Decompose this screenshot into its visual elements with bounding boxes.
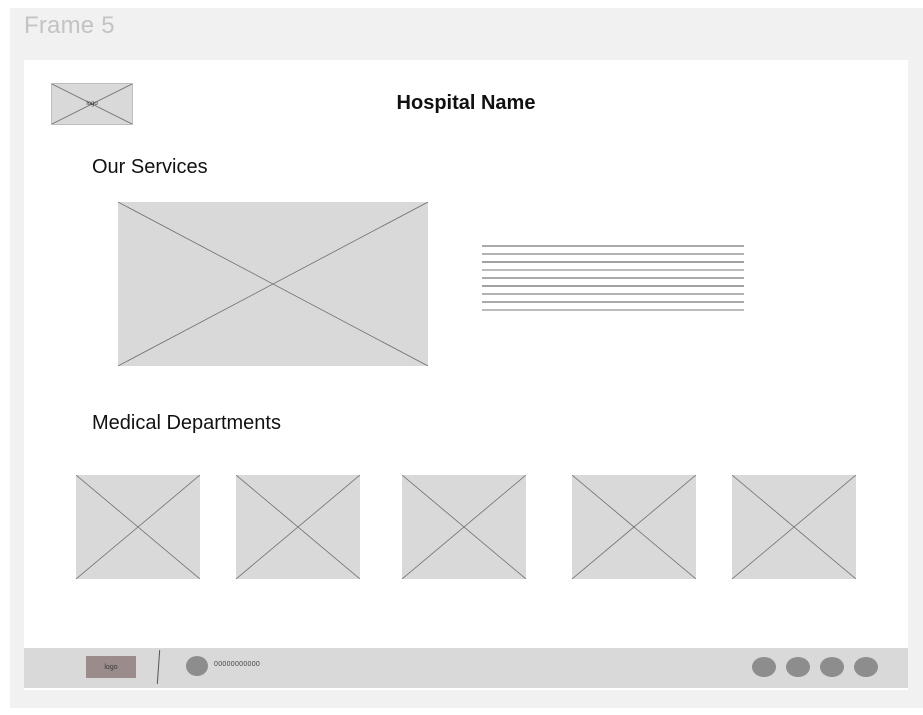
departments-heading: Medical Departments <box>92 412 281 434</box>
placeholder-cross-icon <box>572 475 696 579</box>
department-card-5[interactable] <box>732 475 856 579</box>
social-icon-3[interactable] <box>820 657 844 677</box>
phone-icon <box>186 656 208 676</box>
page-title: Hospital Name <box>396 92 536 114</box>
design-canvas: Frame 5 logo Hospital Name Our Services <box>0 0 923 715</box>
services-heading: Our Services <box>92 156 208 178</box>
department-card-1[interactable] <box>76 475 200 579</box>
department-card-2[interactable] <box>236 475 360 579</box>
footer: logo 00000000000 <box>24 648 908 688</box>
wireframe-frame[interactable]: logo Hospital Name Our Services Medical … <box>24 60 908 690</box>
services-image-placeholder[interactable] <box>118 202 428 366</box>
footer-logo[interactable]: logo <box>86 656 136 678</box>
placeholder-cross-icon <box>76 475 200 579</box>
department-card-4[interactable] <box>572 475 696 579</box>
placeholder-cross-icon <box>402 475 526 579</box>
services-text-placeholder <box>482 245 744 311</box>
frame-label[interactable]: Frame 5 <box>24 12 115 40</box>
footer-divider <box>156 650 161 684</box>
social-icon-1[interactable] <box>752 657 776 677</box>
placeholder-cross-icon <box>118 202 428 366</box>
social-icon-4[interactable] <box>854 657 878 677</box>
social-icon-2[interactable] <box>786 657 810 677</box>
department-card-3[interactable] <box>402 475 526 579</box>
placeholder-cross-icon <box>732 475 856 579</box>
footer-phone-number[interactable]: 00000000000 <box>214 661 260 668</box>
placeholder-cross-icon <box>236 475 360 579</box>
